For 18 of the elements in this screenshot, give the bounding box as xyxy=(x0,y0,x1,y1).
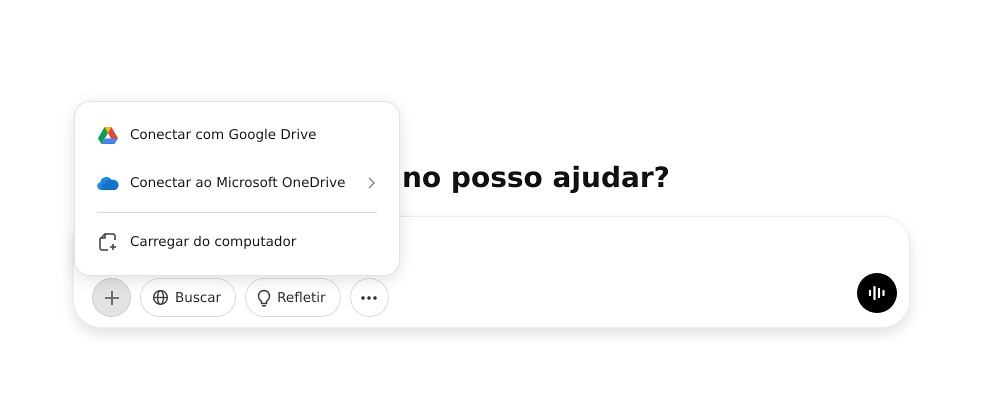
voice-button[interactable] xyxy=(857,273,897,313)
more-icon xyxy=(361,296,378,300)
menu-item[interactable]: Conectar com Google Drive xyxy=(75,111,399,159)
globe-icon xyxy=(152,289,169,306)
lightbulb-icon xyxy=(257,288,272,306)
search-button[interactable]: Buscar xyxy=(140,278,236,317)
file-add-icon xyxy=(98,233,118,251)
add-button[interactable] xyxy=(92,278,131,317)
voice-wave-icon xyxy=(868,284,886,302)
greeting-heading: no posso ajudar? xyxy=(402,160,671,196)
chevron-right-icon xyxy=(367,177,375,189)
cloud-icon xyxy=(97,176,119,190)
menu-item[interactable]: Carregar do computador xyxy=(75,218,399,266)
drive-triangle-icon xyxy=(98,126,118,144)
plus-icon xyxy=(102,288,120,306)
menu-item[interactable]: Conectar ao Microsoft OneDrive xyxy=(75,159,399,207)
reason-button[interactable]: Refletir xyxy=(245,278,341,317)
more-button[interactable] xyxy=(350,278,389,317)
